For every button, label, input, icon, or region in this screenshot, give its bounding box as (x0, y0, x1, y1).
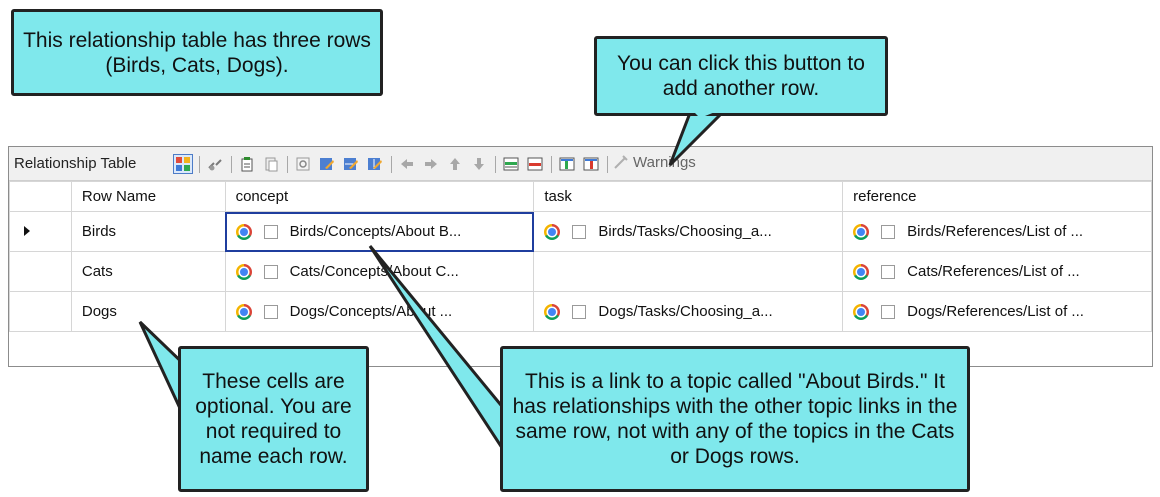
preview-icon[interactable] (293, 154, 313, 174)
row-name-cell[interactable]: Birds (70, 211, 226, 252)
callout-add-row: You can click this button to add another… (594, 36, 888, 116)
topic-link-text: Dogs/References/List of ... (907, 303, 1084, 320)
link-checkbox[interactable] (881, 304, 896, 319)
relationship-table: Row Name concept task reference Birds Bi… (9, 181, 1152, 332)
link-checkbox[interactable] (263, 264, 278, 279)
topic-link-text: Dogs/Tasks/Choosing_a... (598, 303, 773, 320)
arrow-up-icon[interactable] (445, 154, 465, 174)
arrow-down-icon[interactable] (469, 154, 489, 174)
warnings-icon (614, 155, 628, 169)
insert-column-icon[interactable] (557, 154, 577, 174)
topic-link-text: Cats/References/List of ... (907, 263, 1080, 280)
topic-link-cell[interactable]: Birds/Tasks/Choosing_a... (533, 211, 844, 252)
chrome-icon (235, 263, 252, 280)
arrow-left-icon[interactable] (397, 154, 417, 174)
row-name-cell[interactable]: Dogs (70, 291, 226, 332)
topic-link-cell[interactable]: Cats/References/List of ... (842, 251, 1152, 292)
empty-topic-cell[interactable] (533, 251, 844, 292)
row-selector[interactable] (9, 291, 72, 332)
chrome-icon (235, 303, 252, 320)
link-checkbox[interactable] (572, 224, 587, 239)
row-name-cell[interactable]: Cats (70, 251, 226, 292)
link-checkbox[interactable] (572, 304, 587, 319)
table-row[interactable]: Dogs Dogs/Concepts/About ... Dogs/Tasks/… (9, 291, 1152, 332)
topic-link-text: Dogs/Concepts/About ... (289, 303, 453, 320)
chrome-icon (853, 223, 870, 240)
toolbar: Relationship Table Warnings (9, 147, 1152, 181)
chrome-icon (235, 223, 252, 240)
topic-link-cell[interactable]: Birds/Concepts/About B... (224, 211, 535, 252)
delete-column-icon[interactable] (581, 154, 601, 174)
table-row[interactable]: Cats Cats/Concepts/About C... Cats/Refer… (9, 251, 1152, 292)
table-row[interactable]: Birds Birds/Concepts/About B... Birds/Ta… (9, 211, 1152, 252)
link-checkbox[interactable] (263, 224, 278, 239)
topic-link-cell[interactable]: Dogs/Concepts/About ... (224, 291, 535, 332)
topic-link-text: Cats/Concepts/About C... (289, 263, 459, 280)
arrow-right-icon[interactable] (421, 154, 441, 174)
link-checkbox[interactable] (263, 304, 278, 319)
topic-link-text: Birds/References/List of ... (907, 223, 1084, 240)
link-checkbox[interactable] (881, 224, 896, 239)
column-header-concept[interactable]: concept (224, 181, 535, 212)
header-row: Row Name concept task reference (9, 181, 1152, 212)
callout-row-count: This relationship table has three rows (… (11, 9, 383, 96)
column-header-reference[interactable]: reference (842, 181, 1152, 212)
chrome-icon (853, 263, 870, 280)
new-column-icon[interactable] (237, 154, 257, 174)
topic-link-cell[interactable]: Birds/References/List of ... (842, 211, 1152, 252)
callout-optional-names: These cells are optional. You are not re… (178, 346, 369, 492)
grid-view-icon[interactable] (173, 154, 193, 174)
link-checkbox[interactable] (881, 264, 896, 279)
edit-row-icon[interactable] (341, 154, 361, 174)
toolbar-title: Relationship Table (14, 155, 137, 172)
warnings-button[interactable]: Warnings (613, 154, 696, 171)
delete-row-icon[interactable] (525, 154, 545, 174)
topic-link-cell[interactable]: Dogs/Tasks/Choosing_a... (533, 291, 844, 332)
topic-link-text: Birds/Concepts/About B... (289, 223, 462, 240)
row-header-corner (9, 181, 72, 212)
disconnect-icon[interactable] (205, 154, 225, 174)
callout-topic-link: This is a link to a topic called "About … (500, 346, 970, 492)
warnings-label: Warnings (633, 154, 696, 171)
chrome-icon (853, 303, 870, 320)
paste-icon[interactable] (261, 154, 281, 174)
edit-column-icon[interactable] (365, 154, 385, 174)
chrome-icon (544, 223, 561, 240)
topic-link-text: Birds/Tasks/Choosing_a... (598, 223, 772, 240)
relationship-table-window: Relationship Table Warnings Row Name con… (8, 146, 1153, 367)
row-selector[interactable] (9, 211, 72, 252)
edit-icon[interactable] (317, 154, 337, 174)
chrome-icon (544, 303, 561, 320)
row-selector[interactable] (9, 251, 72, 292)
column-header-row-name[interactable]: Row Name (70, 181, 226, 212)
current-row-arrow-icon (24, 226, 30, 236)
insert-row-icon[interactable] (501, 154, 521, 174)
topic-link-cell[interactable]: Dogs/References/List of ... (842, 291, 1152, 332)
topic-link-cell[interactable]: Cats/Concepts/About C... (224, 251, 535, 292)
column-header-task[interactable]: task (533, 181, 844, 212)
